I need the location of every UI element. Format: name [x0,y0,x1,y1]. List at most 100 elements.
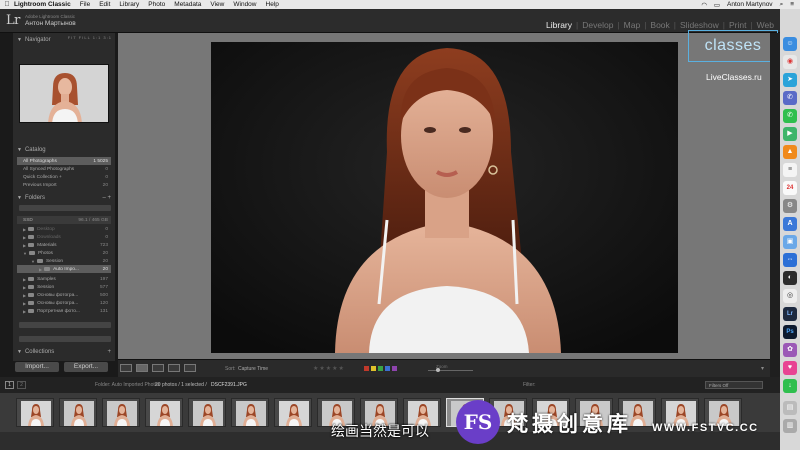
primary-window-button[interactable]: 1 [5,381,14,389]
collapsed-panel-bar[interactable] [19,336,111,342]
menu-edit[interactable]: Edit [99,1,110,8]
folder-item[interactable]: ▶ Основы фотогра... 120 [17,299,111,307]
folder-item[interactable]: ▶ Downloads 0 [17,233,111,241]
zoom-slider[interactable] [428,370,473,371]
navigator-zoom-options[interactable]: FIT FILL 1:1 3:1 [68,35,112,40]
filmstrip-thumbnail[interactable] [145,398,183,427]
app-icon[interactable]: ✿ [783,343,797,357]
app-store-icon[interactable]: A [783,217,797,231]
menu-file[interactable]: File [80,1,90,8]
telegram-icon[interactable]: ➤ [783,73,797,87]
filmstrip-thumbnail[interactable] [231,398,269,427]
menu-window[interactable]: Window [233,1,256,8]
filmstrip-thumbnail[interactable] [102,398,140,427]
folder-item[interactable]: ▶ Session 577 [17,283,111,291]
apple-menu-icon[interactable]:  [0,1,14,8]
module-print[interactable]: Print [725,20,750,30]
facetime-icon[interactable]: ▶ [783,127,797,141]
catalog-header[interactable]: ▼ Catalog [13,145,115,155]
menu-help[interactable]: Help [266,1,279,8]
torrent-icon[interactable]: ↓ [783,379,797,393]
module-develop[interactable]: Develop [578,20,617,30]
catalog-item-all-synced[interactable]: All Synced Photographs 0 [17,165,111,173]
folder-item[interactable]: ▼ Session 20 [17,257,111,265]
color-label-purple[interactable] [392,366,397,371]
chrome-icon[interactable]: ◉ [783,55,797,69]
folder-search-filter[interactable] [19,205,111,211]
add-folder-icon[interactable]: – + [102,195,111,201]
menu-photo[interactable]: Photo [148,1,165,8]
filmstrip-filename[interactable]: DSCF2391.JPG [211,382,247,388]
module-map[interactable]: Map [620,20,645,30]
menu-app[interactable]: Lightroom Classic [14,1,71,8]
loupe-view-button[interactable] [136,364,148,372]
import-button[interactable]: Import... [15,362,59,372]
compare-view-button[interactable] [152,364,164,372]
color-label-yellow[interactable] [371,366,376,371]
trash-icon[interactable]: ▥ [783,419,797,433]
folder-item[interactable]: ▶ Materials 723 [17,241,111,249]
grid-view-button[interactable] [120,364,132,372]
color-label-red[interactable] [364,366,369,371]
teamviewer-icon[interactable]: ⇔ [783,253,797,267]
rating-stars-icon[interactable]: ★★★★★ [313,365,345,372]
preview-icon[interactable]: ▣ [783,235,797,249]
finder-icon[interactable]: ☺ [783,37,797,51]
lightroom-classic-icon[interactable]: Lr [783,307,797,321]
filmstrip-thumbnail[interactable] [274,398,312,427]
folder-item[interactable]: ▼ Photos 20 [17,249,111,257]
collapsed-panel-bar[interactable] [19,322,111,328]
calendar-icon[interactable]: 24 [783,181,797,195]
menu-library[interactable]: Library [119,1,139,8]
battery-icon[interactable]: ▭ [714,1,720,9]
menu-metadata[interactable]: Metadata [174,1,201,8]
lightroom-dock-icon[interactable]: ◐ [783,271,797,285]
survey-view-button[interactable] [168,364,180,372]
folder-item[interactable]: ▶ Основы фотогра... 500 [17,291,111,299]
menu-view[interactable]: View [210,1,224,8]
filter-dropdown[interactable]: Filters Off [705,381,763,389]
notes-icon[interactable]: ≡ [783,163,797,177]
control-center-icon[interactable]: ≡ [790,1,794,8]
folder-item[interactable]: ▶ Desktop 0 [17,225,111,233]
right-panel-collapsed[interactable] [770,33,780,377]
filmstrip-thumbnail[interactable] [16,398,54,427]
color-label-blue[interactable] [385,366,390,371]
export-button[interactable]: Export... [64,362,108,372]
color-label-green[interactable] [378,366,383,371]
filmstrip-thumbnail[interactable] [188,398,226,427]
folder-item-selected[interactable]: ▶ Auto Impo... 20 [17,265,111,273]
camera-icon[interactable]: ◎ [783,289,797,303]
wifi-icon[interactable]: ◠ [701,1,707,9]
module-web[interactable]: Web [753,20,778,30]
zoom-slider-handle[interactable] [436,368,440,372]
module-slideshow[interactable]: Slideshow [676,20,723,30]
whatsapp-icon[interactable]: ✆ [783,109,797,123]
filmstrip-source[interactable]: Folder: Auto Imported Photos [95,382,160,388]
add-collection-icon[interactable]: + [107,349,111,355]
navigator-preview[interactable] [19,64,109,123]
viber-icon[interactable]: ✆ [783,91,797,105]
folders-header[interactable]: ▼ Folders – + [13,193,115,203]
toolbar-menu-icon[interactable]: ▾ [761,365,764,372]
vlc-icon[interactable]: ▲ [783,145,797,159]
system-preferences-icon[interactable]: ⚙ [783,199,797,213]
sort-dropdown[interactable]: Capture Time [238,366,268,372]
catalog-item-previous-import[interactable]: Previous Import 20 [17,181,111,189]
downloads-icon[interactable]: ▤ [783,401,797,415]
secondary-window-button[interactable]: 2 [17,381,26,389]
collections-header[interactable]: ▼ Collections + [13,347,115,357]
filmstrip-thumbnail[interactable] [59,398,97,427]
search-icon[interactable]: ⌕ [780,1,784,9]
module-library[interactable]: Library [542,20,576,30]
folder-item[interactable]: ▶ Samples 197 [17,275,111,283]
volume-row[interactable]: SSD 96.1 / 465 GB [17,216,111,224]
catalog-item-all-photographs[interactable]: All Photographs 1 5025 [17,157,111,165]
user-menu[interactable]: Anton Martynov [727,1,773,8]
module-book[interactable]: Book [646,20,673,30]
photoshop-icon[interactable]: Ps [783,325,797,339]
catalog-item-quick-collection[interactable]: Quick Collection + 0 [17,173,111,181]
app-icon[interactable]: ♥ [783,361,797,375]
folder-item[interactable]: ▶ Портретная фото... 131 [17,307,111,315]
people-view-button[interactable] [184,364,196,372]
